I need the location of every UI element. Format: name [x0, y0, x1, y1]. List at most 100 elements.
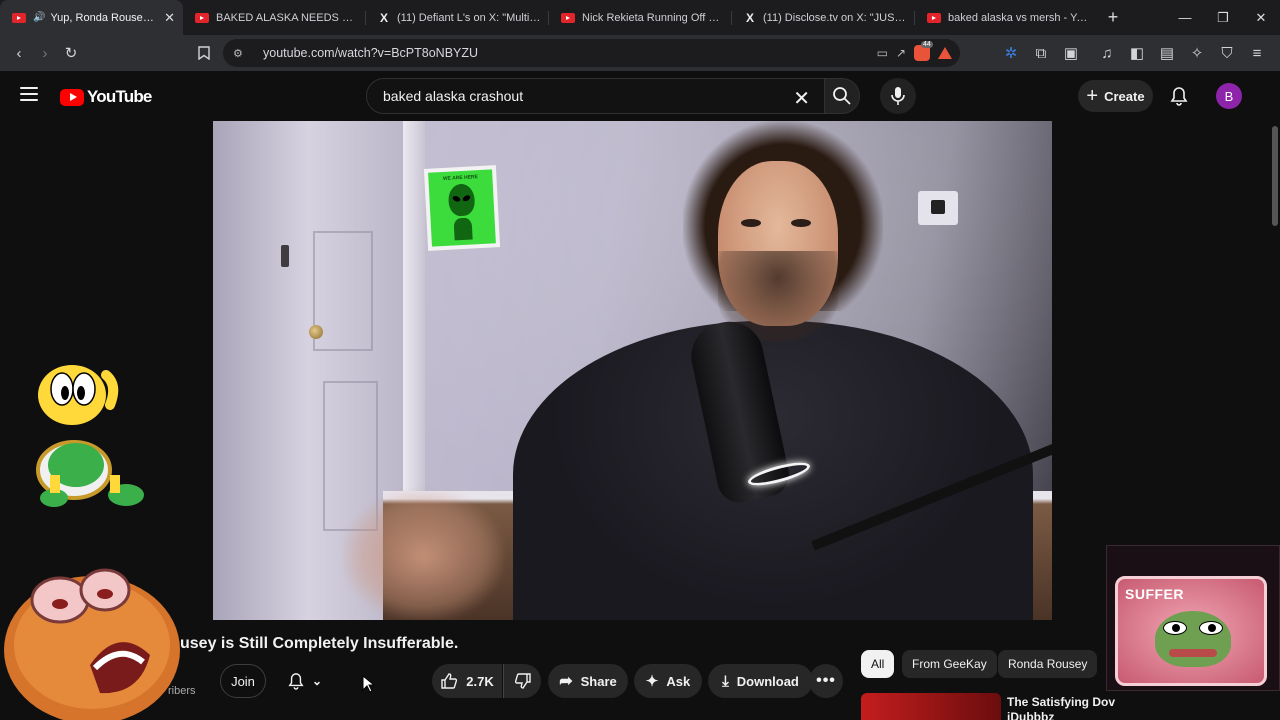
download-button[interactable]: ⤓ Download — [708, 664, 813, 698]
logo-text: YouTube — [87, 87, 152, 106]
shields-badge: 44 — [921, 41, 933, 48]
ask-label: Ask — [666, 673, 691, 689]
clear-search-icon[interactable]: ✕ — [793, 86, 810, 111]
scrollbar-thumb[interactable] — [1272, 126, 1278, 226]
url-text[interactable]: youtube.com/watch?v=BcPT8oNBYZU — [263, 46, 478, 60]
subscription-notification-button[interactable]: ⌄ — [275, 664, 335, 698]
extension-icon[interactable]: ✲ — [998, 40, 1024, 66]
browser-tab-2[interactable]: BAKED ALASKA NEEDS MILK! #y — [183, 0, 366, 35]
search-input[interactable] — [383, 88, 773, 104]
brave-shields-icon[interactable]: 44 — [914, 41, 933, 61]
browser-toolbar: ‹ › ↻ ⚙ youtube.com/watch?v=BcPT8oNBYZU … — [0, 35, 1280, 71]
site-settings-icon[interactable]: ⚙ — [233, 47, 249, 60]
alien-icon — [447, 183, 476, 217]
youtube-favicon-icon — [195, 12, 209, 23]
door-knob — [309, 325, 323, 339]
person-eye — [741, 219, 761, 227]
pepe-mouth — [1169, 649, 1217, 657]
share-label: Share — [580, 673, 617, 689]
puzzle-extensions-icon[interactable]: ⧉ — [1028, 40, 1054, 66]
youtube-header: YouTube ✕ + Create B — [0, 71, 1280, 121]
alien-body — [453, 217, 473, 241]
close-window-icon[interactable]: ✕ — [1242, 0, 1280, 35]
wallet-icon[interactable]: ▣ — [1058, 40, 1084, 66]
more-horizontal-icon: ••• — [816, 672, 836, 689]
sidebar-icon[interactable]: ◧ — [1124, 40, 1150, 66]
guide-menu-icon[interactable] — [20, 87, 38, 101]
tab-title: Nick Rekieta Running Off Uncivi — [582, 11, 724, 24]
tab-title: (11) Defiant L's on X: "Multiple n — [397, 11, 541, 24]
share-arrow-icon: ➦ — [559, 673, 573, 690]
related-video-thumbnail[interactable] — [861, 693, 1001, 720]
notifications-bell-icon[interactable] — [1166, 83, 1192, 109]
bell-icon — [288, 673, 304, 690]
microphone-icon — [891, 87, 905, 105]
like-button[interactable]: 2.7K — [432, 664, 502, 698]
browser-tab-6[interactable]: baked alaska vs mersh - YouTub — [915, 0, 1098, 35]
close-tab-icon[interactable]: ✕ — [164, 10, 175, 26]
more-actions-button[interactable]: ••• — [809, 664, 843, 698]
potato-face-sticker — [4, 568, 180, 720]
related-video-title[interactable]: The Satisfying Dov iDubbbz — [1007, 695, 1117, 720]
search-icon — [833, 87, 851, 105]
youtube-logo[interactable]: YouTube — [60, 87, 152, 107]
media-icon[interactable]: ♫ — [1094, 40, 1120, 66]
brave-rewards-icon[interactable] — [938, 47, 952, 59]
account-avatar[interactable]: B — [1216, 83, 1242, 109]
plus-icon: + — [1086, 85, 1099, 107]
youtube-favicon-icon — [561, 12, 575, 23]
share-page-icon[interactable]: ↗ — [896, 46, 906, 60]
browser-tab-5[interactable]: X (11) Disclose.tv on X: "JUST IN - — [732, 0, 915, 35]
browser-tab-strip: 🔊 Yup, Ronda Rousey is Stil ✕ BAKED ALAS… — [0, 0, 1280, 35]
pepe-frog-face — [1155, 611, 1231, 667]
youtube-favicon-icon — [927, 12, 941, 23]
leo-ai-icon[interactable]: ✧ — [1184, 40, 1210, 66]
page-scrollbar[interactable] — [1270, 121, 1280, 720]
create-label: Create — [1104, 88, 1145, 104]
cast-icon[interactable]: ▭ — [877, 46, 888, 60]
forward-icon[interactable]: › — [32, 40, 58, 66]
video-player[interactable]: WE ARE HERE — [213, 121, 1052, 620]
audio-playing-icon[interactable]: 🔊 — [33, 12, 45, 23]
download-label: Download — [736, 673, 799, 689]
back-icon[interactable]: ‹ — [6, 40, 32, 66]
new-tab-button[interactable]: + — [1098, 0, 1128, 35]
koopa-troopa-sticker — [36, 365, 144, 507]
tab-title: (11) Disclose.tv on X: "JUST IN - — [763, 11, 907, 24]
chip-all[interactable]: All — [861, 650, 895, 678]
wall-outlet — [918, 191, 958, 225]
wallet-card-icon[interactable]: ▤ — [1154, 40, 1180, 66]
browser-tab-3[interactable]: X (11) Defiant L's on X: "Multiple n — [366, 0, 549, 35]
ask-button[interactable]: ✦ Ask — [634, 664, 702, 698]
person-eye — [791, 219, 811, 227]
chevron-down-icon: ⌄ — [311, 674, 323, 688]
vpn-shield-icon[interactable]: ⛉ — [1214, 40, 1240, 66]
bookmark-icon[interactable] — [191, 40, 217, 66]
browser-tab-4[interactable]: Nick Rekieta Running Off Uncivi — [549, 0, 732, 35]
search-button[interactable] — [824, 78, 860, 114]
voice-search-button[interactable] — [880, 78, 916, 114]
restore-icon[interactable]: ❐ — [1204, 0, 1242, 35]
alien-poster: WE ARE HERE — [423, 165, 501, 251]
search-box: ✕ — [366, 78, 825, 114]
like-count: 2.7K — [466, 673, 494, 689]
poster-caption: WE ARE HERE — [442, 174, 479, 182]
browser-tab-1[interactable]: 🔊 Yup, Ronda Rousey is Stil ✕ — [0, 0, 183, 35]
dislike-button[interactable] — [503, 664, 541, 698]
extensions-row: ✲ ⧉ ▣ ♫ ◧ ▤ ✧ ⛉ ≡ — [998, 40, 1270, 66]
pepe-suffer-overlay: SUFFER — [1106, 545, 1280, 691]
chip-ronda-rousey[interactable]: Ronda Rousey — [998, 650, 1098, 678]
video-title: usey is Still Completely Insufferable. — [180, 635, 459, 652]
join-button[interactable]: Join — [220, 664, 266, 698]
minimize-icon[interactable]: — — [1166, 0, 1204, 35]
mouse-cursor-icon — [362, 675, 374, 693]
download-icon: ⤓ — [722, 672, 729, 690]
menu-icon[interactable]: ≡ — [1244, 40, 1270, 66]
tab-title: Yup, Ronda Rousey is Stil — [50, 11, 158, 24]
reload-icon[interactable]: ↻ — [58, 40, 84, 66]
chip-from-geekay[interactable]: From GeeKay — [902, 650, 997, 678]
youtube-favicon-icon — [12, 12, 26, 23]
create-button[interactable]: + Create — [1078, 80, 1153, 112]
share-button[interactable]: ➦ Share — [548, 664, 628, 698]
address-bar[interactable]: ⚙ youtube.com/watch?v=BcPT8oNBYZU ▭ ↗ 44 — [223, 39, 960, 67]
